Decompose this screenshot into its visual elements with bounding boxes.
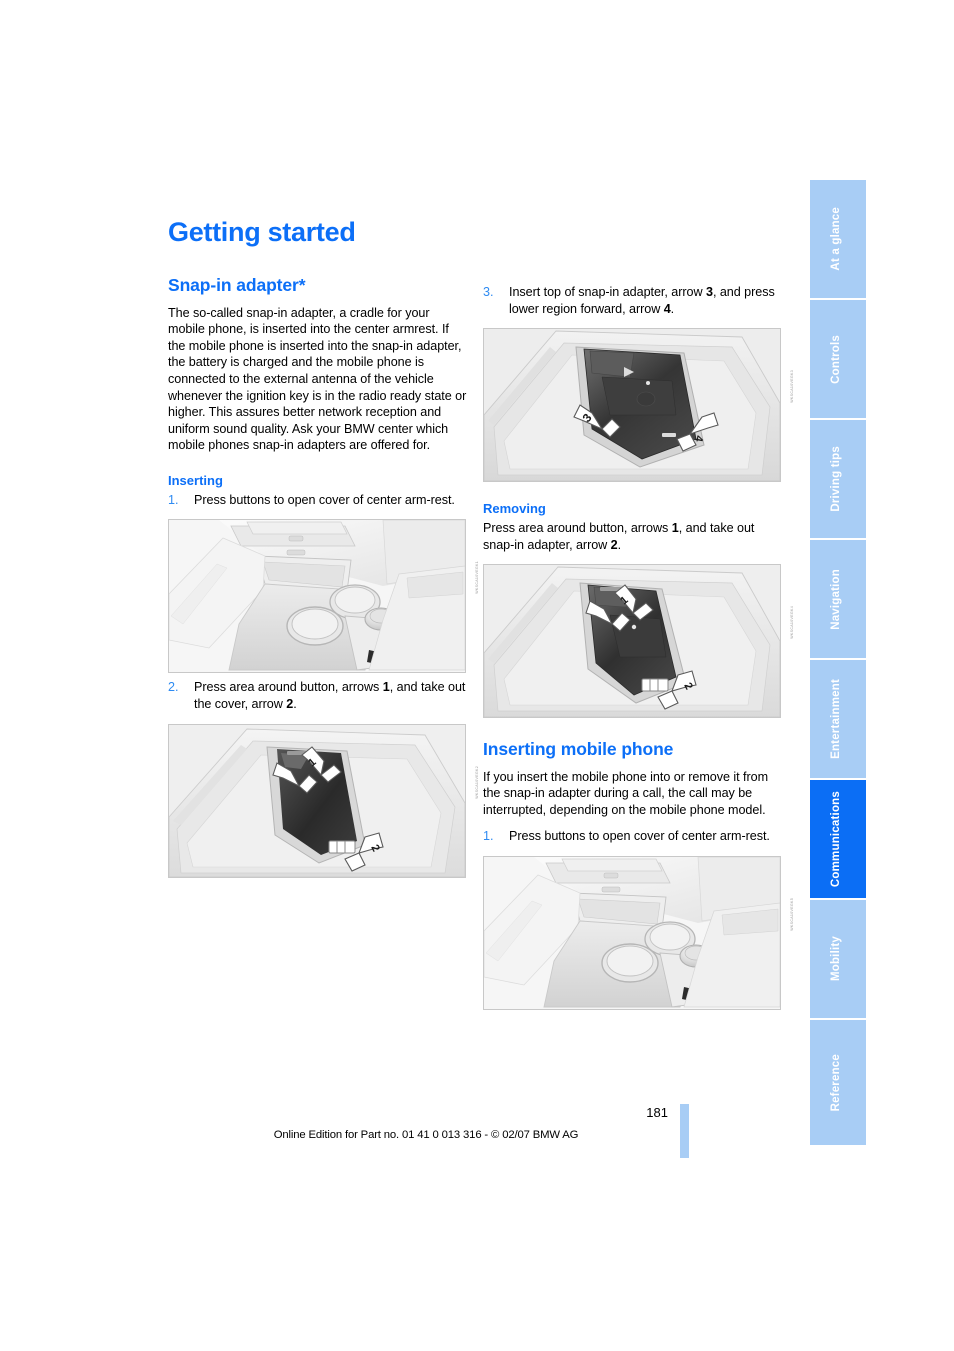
step-number: 3.	[483, 285, 494, 299]
step-text-a: Insert top of snap-in adapter, arrow	[509, 285, 706, 299]
figure-frame	[168, 519, 466, 674]
sidebar-tab-mobility[interactable]: Mobility	[810, 900, 866, 1020]
step-text-a: Press area around button, arrows	[194, 680, 383, 695]
adapter-remove-illustration: 1 2	[484, 565, 780, 718]
step-number: 2.	[168, 680, 179, 695]
list-item: 1. Press buttons to open cover of center …	[483, 828, 783, 845]
figure-cover-removal: 1 2 WKSCA10VEGK2	[168, 723, 479, 878]
figure-console-overview-1: WKSCA10VEGK1	[168, 519, 479, 674]
arrow-ref: 4	[663, 301, 671, 316]
sidebar-tab-label: Controls	[830, 334, 843, 384]
sidebar-tab-communications[interactable]: Communications	[810, 780, 866, 900]
figure-code: WKSCA10VEGK2	[475, 765, 479, 799]
sidebar-tab-label: Reference	[830, 1053, 843, 1112]
figure-console-overview-2: WKSCA10VEGK5	[483, 855, 794, 1010]
manual-page: At a glance Controls Driving tips Naviga…	[0, 0, 954, 1351]
removing-text-a: Press area around button, arrows	[483, 521, 672, 536]
inserting-phone-steps-list: 1. Press buttons to open cover of center …	[483, 828, 783, 845]
sidebar-tab-label: Driving tips	[830, 446, 843, 512]
inserting-steps-list-3: 3. Insert top of snap-in adapter, arrow 3…	[483, 284, 783, 317]
list-item: 2. Press area around button, arrows 1, an…	[168, 679, 468, 712]
figure-frame: 1 2	[483, 564, 781, 719]
inserting-mobile-phone-paragraph: If you insert the mobile phone into or r…	[483, 769, 769, 817]
sidebar-tab-reference[interactable]: Reference	[810, 1020, 866, 1145]
figure-adapter-insert: 3 4 WKSCA10VEGK3	[483, 328, 794, 483]
sidebar-tab-controls[interactable]: Controls	[810, 300, 866, 420]
footer-accent-bar	[680, 1104, 689, 1158]
figure-code: WKSCA10VEGK5	[790, 897, 794, 931]
arrow-ref: 1	[382, 680, 390, 695]
arrow-ref: 2	[610, 537, 618, 552]
footer-edition-text: Online Edition for Part no. 01 41 0 013 …	[273, 1129, 579, 1141]
sidebar-tab-label: Navigation	[830, 568, 843, 630]
console-illustration-2	[484, 856, 780, 1009]
snap-in-adapter-intro: The so-called snap-in adapter, a cradle …	[168, 305, 467, 453]
figure-frame	[483, 855, 781, 1010]
figure-frame: 1 2	[168, 723, 466, 878]
section-title-inserting-mobile-phone: Inserting mobile phone	[483, 739, 674, 760]
sidebar-tab-label: Communications	[830, 790, 843, 888]
section-title-snap-in-adapter: Snap-in adapter*	[168, 275, 306, 296]
figure-code: WKSCA10VEGK4	[790, 606, 794, 640]
sidebar-tab-driving-tips[interactable]: Driving tips	[810, 420, 866, 540]
subsection-title-removing: Removing	[483, 501, 546, 517]
sidebar-tab-entertainment[interactable]: Entertainment	[810, 660, 866, 780]
step-text-c: .	[293, 697, 297, 712]
step-text-c: .	[670, 301, 675, 316]
list-item: 1. Press buttons to open cover of center …	[168, 492, 468, 509]
step-text: Press buttons to open cover of center ar…	[509, 829, 770, 844]
sidebar-tab-at-a-glance[interactable]: At a glance	[810, 180, 866, 300]
console-illustration	[169, 520, 465, 673]
inserting-steps-list: 1. Press buttons to open cover of center …	[168, 492, 468, 509]
page-title: Getting started	[168, 217, 356, 247]
adapter-insert-illustration: 3 4	[484, 329, 780, 482]
step-text: Press buttons to open cover of center ar…	[194, 492, 455, 507]
inserting-steps-list-2: 2. Press area around button, arrows 1, an…	[168, 679, 468, 712]
page-footer: 181 Online Edition for Part no. 01 41 0 …	[168, 1105, 784, 1141]
arrow-ref: 1	[671, 521, 679, 536]
sidebar-tabs: At a glance Controls Driving tips Naviga…	[810, 180, 866, 1147]
page-number: 181	[646, 1105, 668, 1120]
right-column: 3. Insert top of snap-in adapter, arrow 3…	[483, 284, 794, 1016]
step-number: 1.	[483, 829, 494, 844]
sidebar-tab-label: At a glance	[830, 207, 843, 271]
sidebar-tab-label: Entertainment	[830, 679, 843, 759]
figure-adapter-remove: 1 2 WKSCA10VEGK4	[483, 564, 794, 719]
arrow-ref: 3	[705, 285, 713, 299]
figure-code: WKSCA10VEGK3	[790, 370, 794, 403]
removing-text: Press area around button, arrows 1, and …	[483, 520, 783, 553]
subsection-title-inserting: Inserting	[168, 472, 223, 488]
removing-text-c: .	[617, 537, 622, 552]
list-item: 3. Insert top of snap-in adapter, arrow 3…	[483, 284, 783, 317]
sidebar-tab-navigation[interactable]: Navigation	[810, 540, 866, 660]
left-column: Getting started Snap-in adapter* The so-…	[168, 217, 479, 884]
figure-code: WKSCA10VEGK1	[475, 561, 479, 595]
figure-frame: 3 4	[483, 328, 781, 483]
cover-removal-illustration: 1 2	[169, 724, 465, 877]
sidebar-tab-label: Mobility	[830, 936, 843, 982]
step-number: 1.	[168, 492, 179, 507]
